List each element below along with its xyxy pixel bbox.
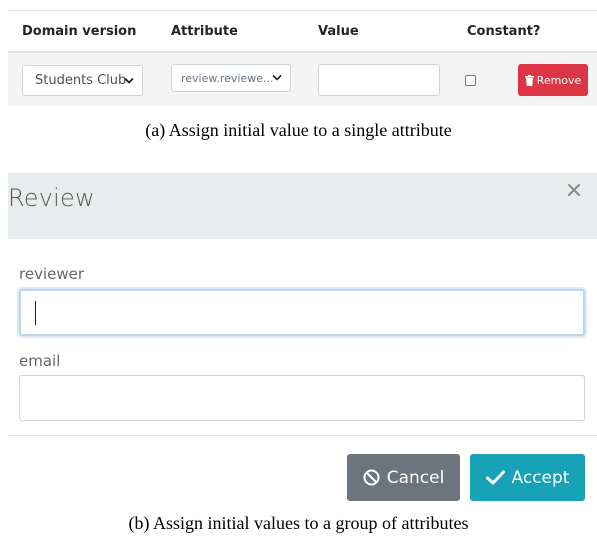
chevron-down-icon xyxy=(124,77,134,84)
cancel-button-label: Cancel xyxy=(386,467,445,488)
trash-icon xyxy=(524,74,534,86)
check-icon xyxy=(485,470,505,485)
email-label: email xyxy=(19,352,61,370)
header-domain-version: Domain version xyxy=(22,24,137,39)
caption-b: (b) Assign initial values to a group of … xyxy=(128,513,469,533)
domain-version-select[interactable]: Students Club xyxy=(22,65,143,96)
value-input[interactable] xyxy=(318,64,440,96)
reviewer-label: reviewer xyxy=(19,265,85,283)
header-constant: Constant? xyxy=(467,24,541,39)
chevron-down-icon xyxy=(272,74,282,81)
modal-footer-border xyxy=(8,435,597,436)
attribute-select[interactable]: review.reviewe... xyxy=(171,64,291,92)
modal-header xyxy=(8,173,597,239)
header-attribute: Attribute xyxy=(171,24,238,39)
constant-checkbox[interactable] xyxy=(465,75,476,86)
table-top-border xyxy=(8,10,597,11)
remove-button-label: Remove xyxy=(536,73,582,87)
cancel-button[interactable]: Cancel xyxy=(347,454,460,501)
remove-button[interactable]: Remove xyxy=(518,64,588,96)
header-value: Value xyxy=(318,24,359,39)
close-icon[interactable] xyxy=(565,181,583,199)
accept-button-label: Accept xyxy=(511,467,570,488)
attribute-selected: review.reviewe... xyxy=(181,71,274,85)
text-cursor xyxy=(35,301,36,325)
ban-icon xyxy=(363,469,380,486)
reviewer-input[interactable] xyxy=(19,289,585,336)
email-input[interactable] xyxy=(19,375,585,421)
accept-button[interactable]: Accept xyxy=(470,454,585,501)
domain-version-selected: Students Club xyxy=(35,73,127,88)
modal-title: Review xyxy=(8,184,95,212)
caption-a: (a) Assign initial value to a single att… xyxy=(145,120,452,140)
